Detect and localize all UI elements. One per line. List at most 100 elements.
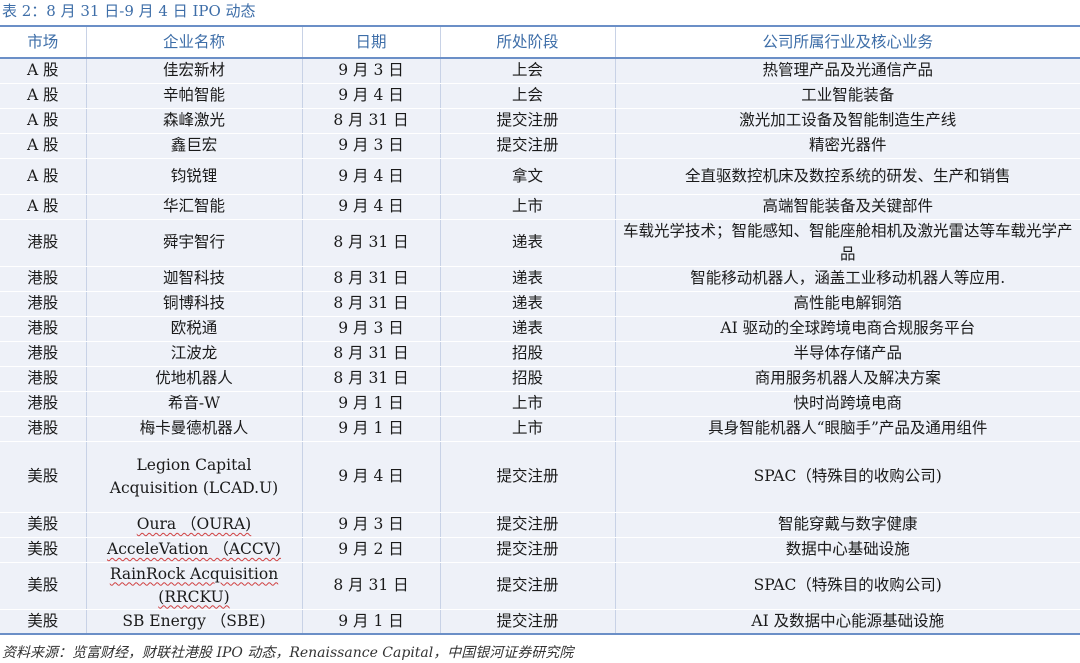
table-row: 港股 迦智科技 8 月 31 日 递表 智能移动机器人，涵盖工业移动机器人等应用… (0, 266, 1080, 292)
cell-market: 港股 (0, 341, 86, 367)
cell-date: 9 月 1 日 (301, 609, 440, 635)
cell-company: 钧锐锂 (85, 158, 302, 195)
table-row: 美股 AcceleVation （ACCV) 9 月 2 日 提交注册 数据中心… (0, 537, 1080, 563)
cell-stage: 上会 (439, 58, 615, 84)
cell-market: 港股 (0, 219, 86, 267)
ipo-table: 市场 企业名称 日期 所处阶段 公司所属行业及核心业务 A 股 佳宏新材 9 月… (0, 25, 1080, 635)
header-company: 企业名称 (85, 25, 302, 59)
cell-company-text: AcceleVation （ACCV) (107, 540, 281, 558)
cell-market: A 股 (0, 58, 86, 84)
cell-stage: 提交注册 (439, 108, 615, 134)
table-row: A 股 鑫巨宏 9 月 3 日 提交注册 精密光器件 (0, 133, 1080, 159)
cell-market: 港股 (0, 366, 86, 392)
cell-business: 智能穿戴与数字健康 (614, 512, 1080, 538)
cell-stage: 递表 (439, 291, 615, 317)
cell-company: Legion Capital Acquisition (LCAD.U) (85, 441, 302, 513)
cell-date: 9 月 1 日 (301, 416, 440, 442)
table-header-row: 市场 企业名称 日期 所处阶段 公司所属行业及核心业务 (0, 25, 1080, 59)
cell-stage: 提交注册 (439, 512, 615, 538)
cell-business: SPAC（特殊目的收购公司) (614, 441, 1080, 513)
cell-business: AI 驱动的全球跨境电商合规服务平台 (614, 316, 1080, 342)
table-row: 港股 舜宇智行 8 月 31 日 递表 车载光学技术；智能感知、智能座舱相机及激… (0, 219, 1080, 267)
cell-date: 8 月 31 日 (301, 108, 440, 134)
table-row: 港股 梅卡曼德机器人 9 月 1 日 上市 具身智能机器人“眼脑手”产品及通用组… (0, 416, 1080, 442)
cell-company: 佳宏新材 (85, 58, 302, 84)
cell-date: 9 月 2 日 (301, 537, 440, 563)
cell-company: 森峰激光 (85, 108, 302, 134)
cell-company: 辛帕智能 (85, 83, 302, 109)
table-row: 港股 江波龙 8 月 31 日 招股 半导体存储产品 (0, 341, 1080, 367)
cell-date: 9 月 4 日 (301, 194, 440, 220)
cell-date: 8 月 31 日 (301, 266, 440, 292)
cell-date: 9 月 4 日 (301, 83, 440, 109)
cell-stage: 提交注册 (439, 537, 615, 563)
cell-stage: 招股 (439, 341, 615, 367)
table-row: 美股 Legion Capital Acquisition (LCAD.U) 9… (0, 441, 1080, 513)
cell-business: 高端智能装备及关键部件 (614, 194, 1080, 220)
cell-date: 9 月 3 日 (301, 58, 440, 84)
cell-company: RainRock Acquisition (RRCKU) (85, 562, 302, 610)
cell-business: 高性能电解铜箔 (614, 291, 1080, 317)
cell-market: 港股 (0, 266, 86, 292)
cell-business: 精密光器件 (614, 133, 1080, 159)
cell-company-text: Oura （OURA) (136, 515, 252, 533)
cell-company: 优地机器人 (85, 366, 302, 392)
cell-stage: 递表 (439, 219, 615, 267)
table-row: A 股 华汇智能 9 月 4 日 上市 高端智能装备及关键部件 (0, 194, 1080, 220)
cell-company: AcceleVation （ACCV) (85, 537, 302, 563)
cell-stage: 拿文 (439, 158, 615, 195)
cell-business: 热管理产品及光通信产品 (614, 58, 1080, 84)
cell-date: 9 月 3 日 (301, 133, 440, 159)
cell-market: 港股 (0, 291, 86, 317)
cell-date: 8 月 31 日 (301, 562, 440, 610)
cell-company: 舜宇智行 (85, 219, 302, 267)
cell-business: 具身智能机器人“眼脑手”产品及通用组件 (614, 416, 1080, 442)
table-caption: 表 2：8 月 31 日-9 月 4 日 IPO 动态 (2, 2, 256, 20)
cell-stage: 上市 (439, 391, 615, 417)
cell-market: 港股 (0, 391, 86, 417)
cell-market: 美股 (0, 609, 86, 635)
table-row: A 股 辛帕智能 9 月 4 日 上会 工业智能装备 (0, 83, 1080, 109)
cell-market: 港股 (0, 316, 86, 342)
cell-company: SB Energy （SBE) (85, 609, 302, 635)
cell-business: 快时尚跨境电商 (614, 391, 1080, 417)
cell-company: 铜博科技 (85, 291, 302, 317)
cell-market: A 股 (0, 194, 86, 220)
cell-market: 美股 (0, 537, 86, 563)
cell-business: 半导体存储产品 (614, 341, 1080, 367)
cell-company: 江波龙 (85, 341, 302, 367)
cell-business: AI 及数据中心能源基础设施 (614, 609, 1080, 635)
cell-company-text: RainRock Acquisition (RRCKU) (109, 564, 279, 606)
header-date: 日期 (301, 25, 440, 59)
cell-business: SPAC（特殊目的收购公司) (614, 562, 1080, 610)
cell-company: Oura （OURA) (85, 512, 302, 538)
cell-company: 鑫巨宏 (85, 133, 302, 159)
ipo-table-container: 市场 企业名称 日期 所处阶段 公司所属行业及核心业务 A 股 佳宏新材 9 月… (0, 25, 1080, 635)
table-row: 美股 SB Energy （SBE) 9 月 1 日 提交注册 AI 及数据中心… (0, 609, 1080, 635)
cell-market: A 股 (0, 83, 86, 109)
cell-date: 9 月 1 日 (301, 391, 440, 417)
cell-market: 美股 (0, 441, 86, 513)
header-stage: 所处阶段 (439, 25, 615, 59)
cell-stage: 上会 (439, 83, 615, 109)
table-row: 美股 Oura （OURA) 9 月 3 日 提交注册 智能穿戴与数字健康 (0, 512, 1080, 538)
table-row: 港股 欧税通 9 月 3 日 递表 AI 驱动的全球跨境电商合规服务平台 (0, 316, 1080, 342)
cell-business: 全直驱数控机床及数控系统的研发、生产和销售 (614, 158, 1080, 195)
cell-stage: 提交注册 (439, 562, 615, 610)
cell-business: 数据中心基础设施 (614, 537, 1080, 563)
cell-business: 激光加工设备及智能制造生产线 (614, 108, 1080, 134)
cell-business: 商用服务机器人及解决方案 (614, 366, 1080, 392)
cell-stage: 提交注册 (439, 133, 615, 159)
source-note: 资料来源：览富财经，财联社港股 IPO 动态，Renaissance Capit… (2, 645, 574, 661)
cell-stage: 提交注册 (439, 441, 615, 513)
table-row: 港股 希音-W 9 月 1 日 上市 快时尚跨境电商 (0, 391, 1080, 417)
cell-date: 8 月 31 日 (301, 341, 440, 367)
cell-company: 梅卡曼德机器人 (85, 416, 302, 442)
cell-company: 欧税通 (85, 316, 302, 342)
cell-stage: 招股 (439, 366, 615, 392)
cell-company: 迦智科技 (85, 266, 302, 292)
cell-date: 8 月 31 日 (301, 219, 440, 267)
table-row: 港股 铜博科技 8 月 31 日 递表 高性能电解铜箔 (0, 291, 1080, 317)
cell-stage: 上市 (439, 194, 615, 220)
cell-stage: 递表 (439, 266, 615, 292)
